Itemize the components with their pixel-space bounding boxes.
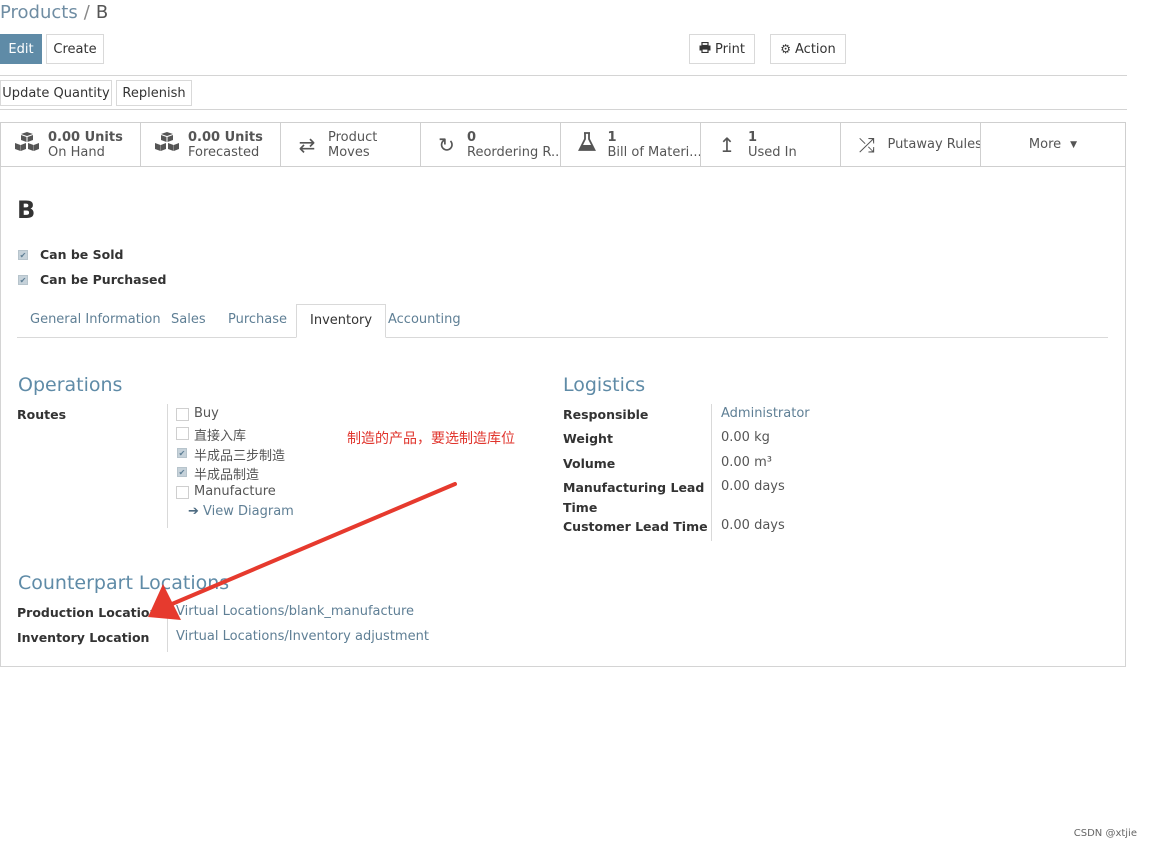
annotation-arrow [148, 482, 457, 620]
watermark: CSDN @xtjie [1073, 828, 1137, 839]
